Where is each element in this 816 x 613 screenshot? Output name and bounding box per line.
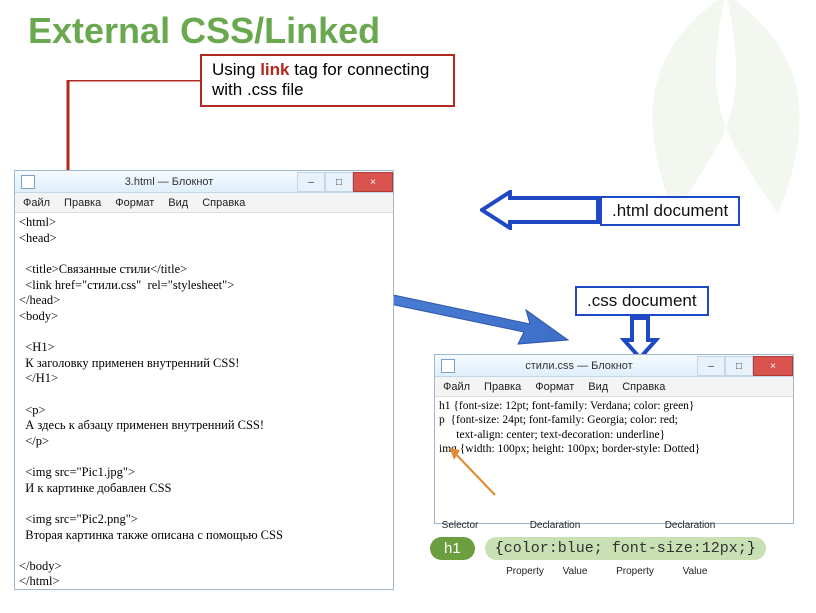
label-property-1: Property — [500, 566, 550, 577]
css-syntax-diagram: Selector Declaration Declaration h1 {col… — [430, 520, 806, 577]
menu-format[interactable]: Формат — [115, 197, 154, 209]
menu-help[interactable]: Справка — [622, 381, 665, 393]
maximize-button[interactable]: □ — [325, 172, 353, 192]
css-menubar: Файл Правка Формат Вид Справка — [435, 377, 793, 397]
label-declaration-1: Declaration — [490, 520, 620, 531]
minimize-button[interactable]: – — [297, 172, 325, 192]
menu-edit[interactable]: Правка — [484, 381, 521, 393]
menu-view[interactable]: Вид — [588, 381, 608, 393]
syntax-val1: blue — [558, 540, 594, 557]
maximize-button[interactable]: □ — [725, 356, 753, 376]
menu-view[interactable]: Вид — [168, 197, 188, 209]
menu-format[interactable]: Формат — [535, 381, 574, 393]
minimize-button[interactable]: – — [697, 356, 725, 376]
brace-close: } — [747, 540, 756, 557]
notepad-html-window: 3.html — Блокнот – □ × Файл Правка Форма… — [14, 170, 394, 590]
callout-linkword: link — [260, 60, 289, 79]
html-window-title: 3.html — Блокнот — [41, 176, 297, 188]
close-button[interactable]: × — [353, 172, 393, 192]
link-tag-callout: Using link tag for connecting with .css … — [200, 54, 455, 107]
css-titlebar: стили.css — Блокнот – □ × — [435, 355, 793, 377]
syntax-declaration-pill: {color:blue; font-size:12px;} — [485, 537, 766, 560]
notepad-css-window: стили.css — Блокнот – □ × Файл Правка Фо… — [434, 354, 794, 524]
menu-file[interactable]: Файл — [443, 381, 470, 393]
css-window-title: стили.css — Блокнот — [461, 360, 697, 372]
label-declaration-2: Declaration — [620, 520, 760, 531]
syntax-prop1: color — [504, 540, 549, 557]
label-value-2: Value — [670, 566, 720, 577]
html-body-text[interactable]: <html> <head> <title>Связанные стили</ti… — [15, 213, 393, 592]
menu-file[interactable]: Файл — [23, 197, 50, 209]
close-button[interactable]: × — [753, 356, 793, 376]
callout-text-before: Using — [212, 60, 260, 79]
label-value-1: Value — [550, 566, 600, 577]
html-menubar: Файл Правка Формат Вид Справка — [15, 193, 393, 213]
syntax-prop2: font-size — [612, 540, 693, 557]
html-titlebar: 3.html — Блокнот – □ × — [15, 171, 393, 193]
syntax-val2: 12px — [702, 540, 738, 557]
menu-edit[interactable]: Правка — [64, 197, 101, 209]
notepad-icon — [441, 359, 455, 373]
css-body-text[interactable]: h1 {font-size: 12pt; font-family: Verdan… — [435, 397, 793, 459]
slide-title: External CSS/Linked — [28, 10, 380, 52]
syntax-selector-pill: h1 — [430, 537, 475, 560]
arrow-to-html — [480, 190, 600, 230]
label-selector: Selector — [430, 520, 490, 531]
label-property-2: Property — [600, 566, 670, 577]
html-document-label: .html document — [600, 196, 740, 226]
brace-open: { — [495, 540, 504, 557]
notepad-icon — [21, 175, 35, 189]
menu-help[interactable]: Справка — [202, 197, 245, 209]
css-document-label: .css document — [575, 286, 709, 316]
